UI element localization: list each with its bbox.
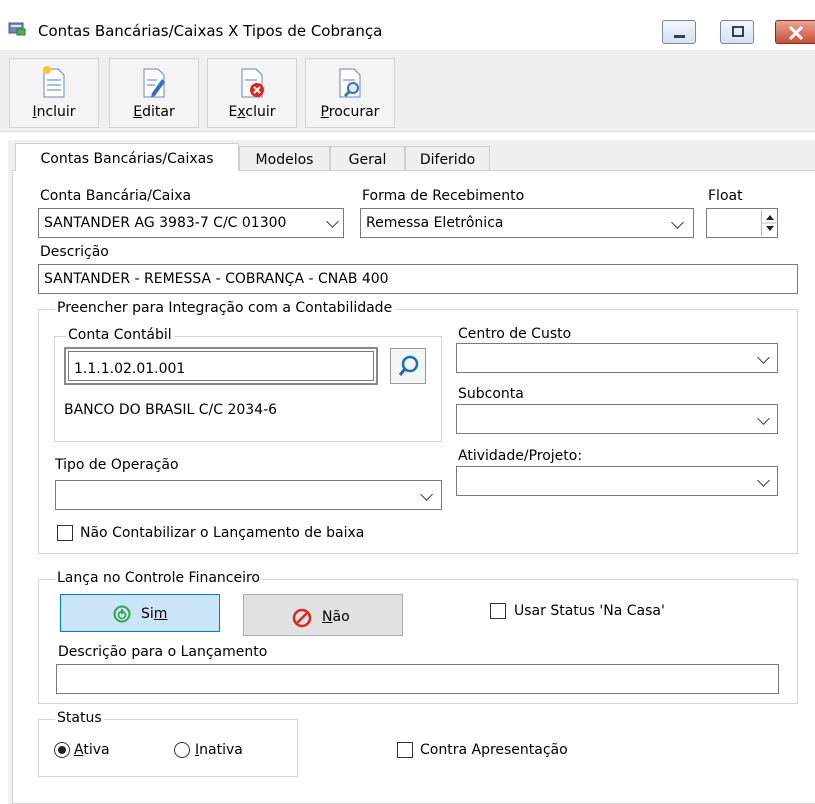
- forma-recebimento-label: Forma de Recebimento: [362, 188, 525, 204]
- spin-arrows-icon: [762, 215, 778, 231]
- nao-contabilizar-label: Não Contabilizar o Lançamento de baixa: [80, 525, 365, 541]
- float-label: Float: [708, 188, 743, 204]
- close-icon: [788, 25, 804, 41]
- incluir-button[interactable]: Incluir: [9, 58, 99, 128]
- search-icon: [398, 355, 419, 376]
- search-document-icon: [339, 68, 361, 98]
- float-stepper[interactable]: [706, 208, 778, 238]
- atividade-label: Atividade/Projeto:: [458, 448, 583, 464]
- descricao-lancamento-label: Descrição para o Lançamento: [58, 644, 268, 660]
- conta-bancaria-select[interactable]: SANTANDER AG 3983-7 C/C 01300: [38, 208, 344, 238]
- tab-geral[interactable]: Geral: [330, 146, 405, 172]
- maximize-icon: [732, 26, 744, 37]
- status-legend: Status: [55, 710, 104, 726]
- sim-label: Sim: [141, 606, 168, 622]
- editar-button[interactable]: Editar: [109, 58, 199, 128]
- conta-contabil-desc: BANCO DO BRASIL C/C 2034-6: [64, 402, 278, 418]
- tipo-operacao-label: Tipo de Operação: [55, 457, 179, 473]
- contra-apresentacao-checkbox[interactable]: [397, 742, 413, 758]
- tab-diferido[interactable]: Diferido: [405, 146, 490, 172]
- ativa-radio[interactable]: [54, 742, 70, 758]
- contra-apresentacao-label: Contra Apresentação: [420, 742, 568, 758]
- inativa-radio[interactable]: [174, 742, 190, 758]
- app-icon: [8, 20, 26, 36]
- forma-recebimento-select[interactable]: Remessa Eletrônica: [360, 208, 694, 238]
- chevron-down-icon: [671, 216, 684, 229]
- editar-label: Editar: [133, 104, 175, 120]
- atividade-select[interactable]: [456, 466, 778, 496]
- nao-label: Não: [322, 609, 350, 625]
- forma-recebimento-value: Remessa Eletrônica: [366, 215, 504, 231]
- descricao-input[interactable]: SANTANDER - REMESSA - COBRANÇA - CNAB 40…: [38, 264, 798, 294]
- minimize-button[interactable]: [662, 20, 696, 44]
- subconta-select[interactable]: [456, 404, 778, 434]
- sim-button[interactable]: Sim: [60, 594, 220, 632]
- chevron-down-icon: [420, 488, 433, 501]
- excluir-label: Excluir: [228, 104, 276, 120]
- conta-bancaria-label: Conta Bancária/Caixa: [40, 188, 192, 204]
- tipo-operacao-select[interactable]: [55, 480, 442, 510]
- ativa-label: Ativa: [74, 742, 110, 758]
- descricao-label: Descrição: [40, 244, 109, 260]
- excluir-button[interactable]: Excluir: [207, 58, 297, 128]
- close-button[interactable]: [775, 20, 815, 44]
- new-document-icon: [43, 66, 65, 98]
- conta-contabil-input[interactable]: 1.1.1.02.01.001: [64, 347, 378, 385]
- procurar-label: Procurar: [320, 104, 380, 120]
- financeiro-legend: Lança no Controle Financeiro: [55, 570, 262, 586]
- tab-contas-bancarias[interactable]: Contas Bancárias/Caixas: [15, 143, 239, 171]
- conta-contabil-legend: Conta Contábil: [66, 327, 174, 343]
- chevron-down-icon: [326, 215, 339, 228]
- integracao-legend: Preencher para Integração com a Contabil…: [55, 300, 395, 316]
- usar-status-label: Usar Status 'Na Casa': [514, 603, 665, 619]
- chevron-down-icon: [757, 412, 770, 425]
- window-title: Contas Bancárias/Caixas X Tipos de Cobra…: [38, 22, 383, 40]
- power-icon: [113, 605, 131, 623]
- tab-modelos[interactable]: Modelos: [239, 146, 330, 172]
- float-spin-buttons[interactable]: [761, 210, 778, 236]
- centro-custo-select[interactable]: [456, 343, 778, 373]
- procurar-button[interactable]: Procurar: [305, 58, 395, 128]
- nao-button[interactable]: Não: [243, 594, 403, 636]
- descricao-lancamento-input[interactable]: [56, 664, 779, 694]
- usar-status-checkbox[interactable]: [490, 603, 506, 619]
- incluir-label: Incluir: [32, 104, 76, 120]
- minimize-icon: [674, 35, 685, 38]
- chevron-down-icon: [757, 351, 770, 364]
- chevron-down-icon: [757, 474, 770, 487]
- nao-contabilizar-checkbox[interactable]: [57, 525, 73, 541]
- delete-document-icon: [241, 68, 264, 98]
- inativa-label: Inativa: [195, 742, 243, 758]
- forbidden-icon: [292, 608, 312, 628]
- conta-bancaria-value: SANTANDER AG 3983-7 C/C 01300: [44, 215, 287, 231]
- conta-contabil-search-button[interactable]: [390, 348, 426, 384]
- maximize-button[interactable]: [720, 20, 754, 44]
- conta-contabil-value: 1.1.1.02.01.001: [74, 361, 186, 377]
- edit-document-icon: [143, 68, 165, 98]
- centro-custo-label: Centro de Custo: [458, 326, 572, 342]
- subconta-label: Subconta: [458, 386, 524, 402]
- descricao-value: SANTANDER - REMESSA - COBRANÇA - CNAB 40…: [44, 271, 389, 287]
